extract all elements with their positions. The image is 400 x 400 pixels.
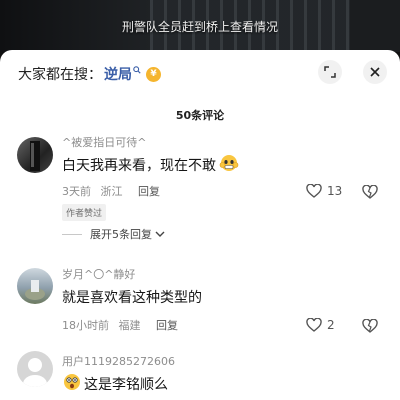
comment-text-body: 白天我再来看，现在不敢 [62, 158, 216, 174]
comment-author[interactable]: ^被爱指日可待^ [62, 134, 146, 150]
scared-emoji-icon [219, 154, 239, 176]
avatar[interactable] [17, 351, 53, 387]
reply-button[interactable]: 回复 [156, 319, 178, 332]
like-button[interactable]: 2 [306, 318, 335, 332]
search-icon [133, 65, 141, 77]
comments-sheet: 大家都在搜： 逆局 ¥ 50条评论 ^被爱指日可待^ 白天我再来看，现在不敢 3… [0, 50, 400, 400]
video-subtitle: 刑警队全员赶到桥上查看情况 [121, 20, 278, 34]
avatar[interactable] [17, 268, 53, 304]
surprised-emoji-icon [62, 373, 82, 395]
expand-replies-button[interactable]: 展开5条回复 [62, 226, 165, 242]
expand-icon [324, 66, 336, 78]
author-liked-badge: 作者赞过 [62, 204, 107, 221]
heart-icon [306, 318, 322, 332]
comment-text-body: 这是李铭顺么 [84, 377, 168, 393]
avatar[interactable] [17, 137, 53, 173]
comment-location: 福建 [118, 319, 141, 332]
dislike-button[interactable] [362, 318, 378, 337]
close-icon [370, 67, 380, 77]
comment-author[interactable]: 用户1119285272606 [62, 353, 175, 369]
chevron-down-icon [155, 231, 165, 237]
search-suggestion[interactable]: 大家都在搜： 逆局 ¥ [18, 64, 161, 84]
close-button[interactable] [363, 60, 387, 84]
broken-heart-icon [362, 318, 378, 333]
broken-heart-icon [362, 184, 378, 199]
comment-time: 18小时前 [62, 319, 109, 332]
comment-meta: 18小时前 福建 回复 [62, 317, 178, 333]
comment-time: 3天前 [62, 185, 91, 198]
comment-text: 就是喜欢看这种类型的 [62, 290, 202, 306]
search-suggestion-term[interactable]: 逆局 [104, 64, 132, 84]
video-player[interactable]: 刑警队全员赶到桥上查看情况 [0, 0, 400, 52]
reply-button[interactable]: 回复 [138, 185, 160, 198]
expand-button[interactable] [318, 60, 342, 84]
like-count: 2 [327, 318, 335, 332]
divider-line [62, 233, 82, 235]
like-button[interactable]: 13 [306, 184, 342, 198]
expand-replies-label: 展开5条回复 [90, 228, 152, 241]
comment-author[interactable]: 岁月^〇^静好 [62, 266, 135, 282]
heart-icon [306, 184, 322, 198]
comment-text: 白天我再来看，现在不敢 [62, 154, 239, 176]
search-suggestion-prefix: 大家都在搜： [18, 67, 102, 83]
comment-text: 这是李铭顺么 [62, 373, 168, 395]
coin-icon: ¥ [146, 66, 161, 82]
comment-location: 浙江 [100, 185, 123, 198]
comment-count: 50条评论 [175, 109, 225, 122]
dislike-button[interactable] [362, 184, 378, 203]
comment-meta: 3天前 浙江 回复 [62, 183, 160, 199]
like-count: 13 [327, 184, 343, 198]
